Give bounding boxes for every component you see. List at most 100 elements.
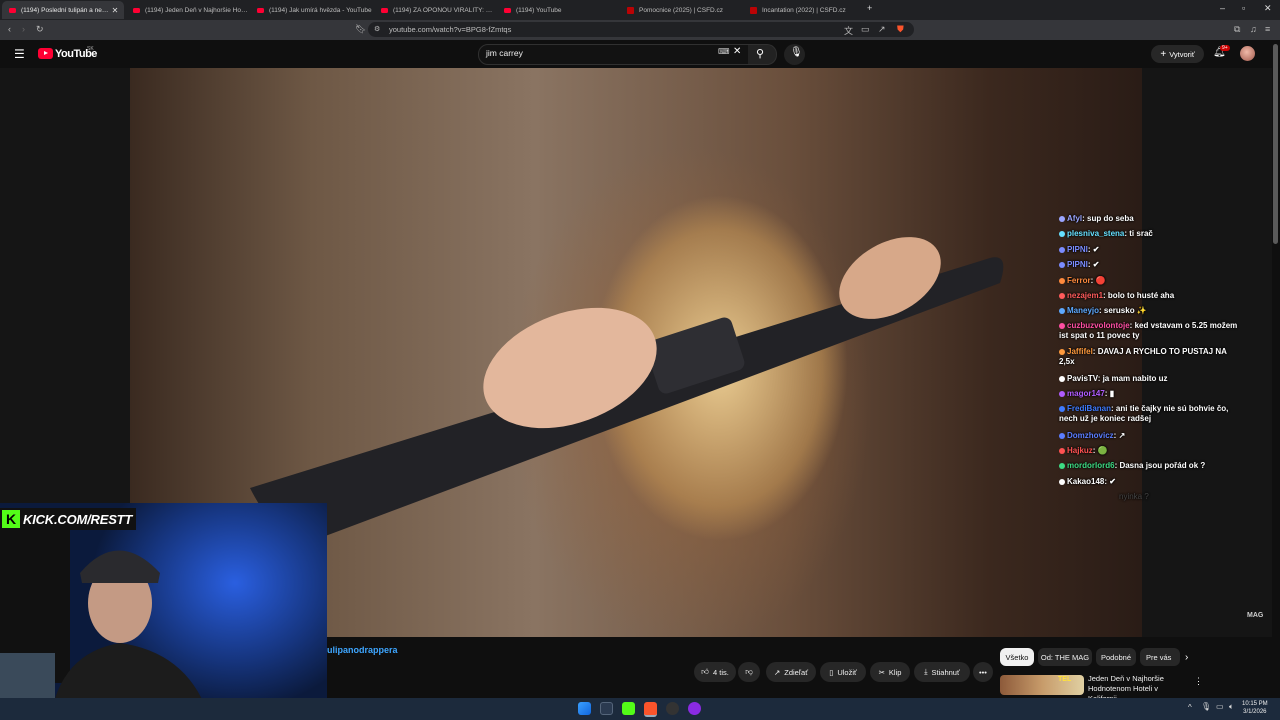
new-tab-icon[interactable]: +	[867, 3, 872, 13]
brave-shield-icon[interactable]: ⛊	[897, 24, 904, 35]
keyboard-icon[interactable]: ⌨	[718, 47, 730, 56]
start-icon[interactable]	[578, 702, 591, 715]
scrollbar-thumb[interactable]	[1273, 44, 1278, 244]
tab-youtube-4[interactable]: (1194) ZA OPONOU VIRALITY: MELT…	[374, 1, 496, 19]
translate-icon[interactable]: 文	[844, 24, 853, 37]
save-button[interactable]: ▯ Uložiť	[820, 662, 866, 682]
chat-text: ▮	[1109, 389, 1115, 399]
tab-csfd-1[interactable]: Pomocnice (2025) | ČSFD.cz	[620, 1, 742, 19]
media-icon[interactable]: ♫	[1250, 24, 1257, 34]
volume-icon[interactable]: 🔈︎	[1229, 702, 1234, 712]
task-view-icon[interactable]	[600, 702, 613, 715]
chat-text: ↗	[1118, 430, 1126, 440]
chat-message: PIPNI: ✔	[1059, 242, 1239, 257]
extensions-icon[interactable]: ⧉	[1234, 24, 1240, 35]
account-avatar[interactable]	[1240, 46, 1255, 61]
youtube-icon	[257, 7, 264, 13]
tray-chevron-icon[interactable]: ^	[1188, 703, 1192, 712]
network-icon[interactable]: ▭	[1216, 702, 1224, 711]
chat-username: plesniva_stena	[1067, 229, 1125, 239]
chat-text: Dasna jsou pořád ok ?	[1119, 461, 1206, 471]
taskbar-clock[interactable]: 10:15 PM 3/1/2026	[1242, 700, 1268, 716]
chat-username: mordorlord6	[1067, 461, 1115, 471]
windows-taskbar	[0, 698, 1280, 720]
chat-message: Ferror: 🔴	[1059, 273, 1239, 288]
chat-username: Hajkuz	[1067, 446, 1093, 456]
tab-csfd-2[interactable]: Incantation (2022) | ČSFD.cz	[743, 1, 865, 19]
tab-youtube-2[interactable]: (1194) Jeden Deň v Najhoršie Hodno…	[126, 1, 248, 19]
chip-all[interactable]: Všetko	[1000, 648, 1034, 666]
kick-banner: K KICK.COM/RESTT	[0, 508, 136, 530]
channel-name[interactable]: ulipanodrappera	[327, 645, 398, 655]
download-button[interactable]: ⤓ Stiahnuť	[914, 662, 970, 682]
tab-youtube-3[interactable]: (1194) Jak umírá hvězda - YouTube	[250, 1, 372, 19]
recommendation-thumbnail[interactable]: TEL	[1000, 675, 1084, 695]
close-tab-icon[interactable]: ✕	[110, 6, 120, 15]
url-text[interactable]: youtube.com/watch?v=BPG8-fZmtqs	[389, 25, 511, 34]
bookmark-icon[interactable]: 🔖︎	[355, 24, 366, 35]
app-icon[interactable]	[688, 702, 701, 715]
chat-text: serusko ✨	[1103, 306, 1147, 316]
chat-badge-icon	[1059, 292, 1065, 299]
chat-badge-icon	[1059, 348, 1065, 355]
cast-icon[interactable]: ▭	[861, 24, 870, 35]
maximize-icon[interactable]: ▫	[1242, 3, 1245, 13]
chat-lines: Afyl: sup do seba plesniva_stena: ti srač…	[1059, 211, 1239, 489]
minimize-icon[interactable]: –	[1220, 3, 1225, 13]
chat-text: 🔴	[1095, 275, 1106, 285]
chip-from-channel[interactable]: Od: THE MAG	[1038, 648, 1092, 666]
region-label: SK	[87, 46, 94, 52]
menu-icon[interactable]: ≡	[1265, 24, 1270, 34]
csfd-icon	[750, 6, 757, 14]
close-window-icon[interactable]: ✕	[1264, 3, 1272, 14]
plus-icon: +	[1160, 48, 1167, 60]
kick-app-icon[interactable]	[622, 702, 635, 715]
chat-badge-icon	[1059, 215, 1065, 222]
chat-message: mordorlord6: Dasna jsou pořád ok ?	[1059, 458, 1239, 473]
clock-time: 10:15 PM	[1242, 701, 1268, 707]
obs-icon[interactable]	[666, 702, 679, 715]
search-icon: ⚲	[756, 48, 765, 60]
chat-text: ✔	[1092, 244, 1100, 254]
forward-icon[interactable]: ›	[22, 24, 25, 34]
youtube-logo-icon[interactable]	[38, 48, 53, 59]
hamburger-menu-icon[interactable]: ☰	[14, 47, 25, 61]
chat-badge-icon	[1059, 432, 1065, 439]
chat-text: bolo to husté aha	[1107, 291, 1175, 301]
search-button[interactable]: ⚲	[748, 44, 777, 65]
chat-message: Kakao148: ✔	[1059, 474, 1239, 489]
create-button[interactable]: + Vytvoriť	[1151, 45, 1204, 63]
chat-message: PavisTV: ja mam nabito uz	[1059, 371, 1239, 386]
brave-browser-icon[interactable]	[644, 702, 657, 717]
chat-message: plesniva_stena: ti srač	[1059, 226, 1239, 241]
chat-badge-icon	[1059, 478, 1065, 485]
clip-button[interactable]: ✂ Klip	[870, 662, 910, 682]
voice-search-button[interactable]: 🎙︎	[784, 44, 805, 65]
chip-related[interactable]: Podobné	[1096, 648, 1136, 666]
share-icon[interactable]: ↗	[878, 24, 886, 35]
youtube-icon	[9, 7, 16, 13]
clear-search-icon[interactable]: ✕	[733, 46, 741, 57]
recommendation-menu-icon[interactable]: ⋮	[1194, 676, 1203, 687]
mic-icon: 🎙︎	[790, 47, 803, 58]
tab-youtube-1[interactable]: (1194) Poslední tulipán a neží… ✕	[2, 1, 124, 19]
like-button[interactable]: 👍︎ 4 tis.	[694, 662, 736, 682]
youtube-icon	[504, 7, 511, 13]
search-input[interactable]: jim carrey	[486, 48, 523, 58]
site-info-icon[interactable]: ⚙	[374, 25, 380, 33]
chat-badge-icon	[1059, 277, 1065, 284]
share-button[interactable]: ↗ Zdieľať	[766, 662, 816, 682]
tab-youtube-5[interactable]: (1194) YouTube	[497, 1, 619, 19]
chip-for-you[interactable]: Pre vás	[1140, 648, 1180, 666]
dislike-button[interactable]: 👎︎	[738, 662, 760, 682]
streamer-illustration	[0, 523, 210, 720]
chat-badge-icon	[1059, 463, 1065, 470]
back-icon[interactable]: ‹	[8, 24, 11, 34]
reload-icon[interactable]: ↻	[36, 24, 44, 35]
chevron-right-icon[interactable]: ›	[1185, 652, 1188, 663]
kick-logo-icon: K	[2, 510, 20, 528]
mic-tray-icon[interactable]: 🎙︎	[1201, 702, 1211, 711]
youtube-icon	[133, 7, 140, 13]
chat-username: Maneyjo	[1067, 306, 1100, 316]
more-actions-button[interactable]: •••	[973, 662, 993, 682]
